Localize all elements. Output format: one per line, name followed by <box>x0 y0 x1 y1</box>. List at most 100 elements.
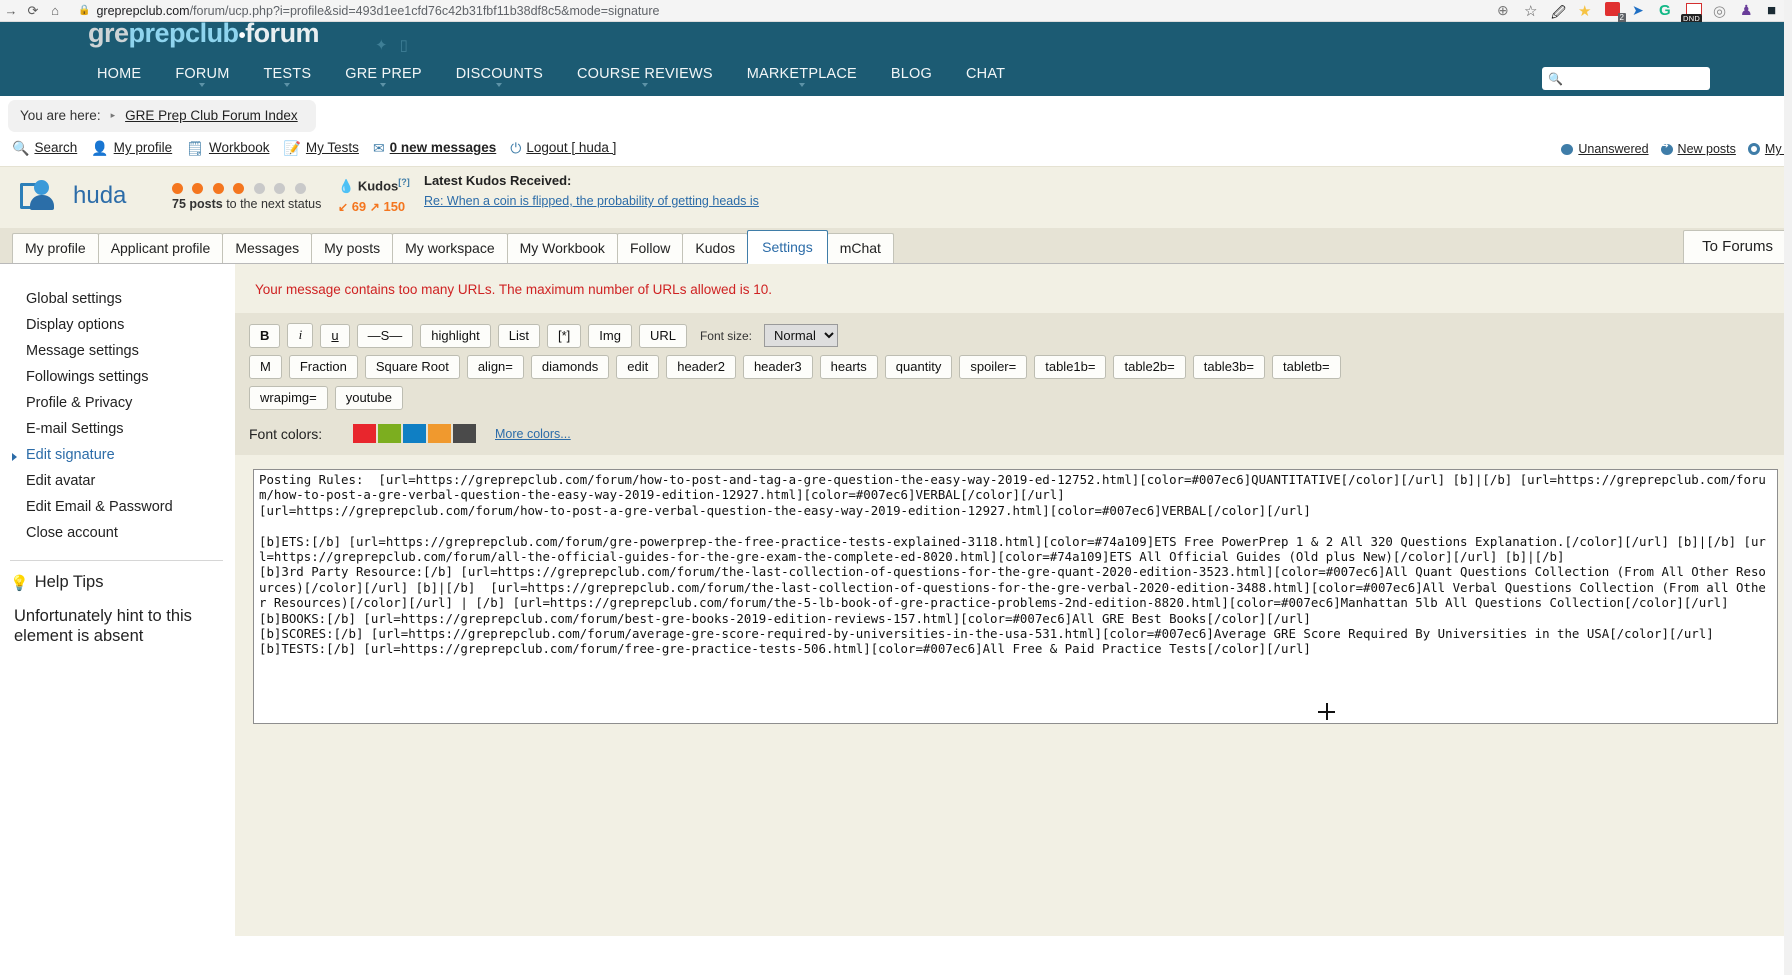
bbcode-img-button[interactable]: Img <box>588 323 632 348</box>
bbcode-bold-button[interactable]: B <box>249 323 281 348</box>
sidebar-item-followings-settings[interactable]: Followings settings <box>0 364 235 390</box>
bbcode-spoiler-button[interactable]: spoiler= <box>959 355 1028 379</box>
blue-paper-plane-icon[interactable]: ➤ <box>1632 2 1649 19</box>
bbcode-list-button[interactable]: List <box>497 323 540 348</box>
quicklink-unanswered[interactable]: Unanswered <box>1561 142 1649 156</box>
color-swatch-darkgray[interactable] <box>453 424 476 443</box>
dark-square-icon[interactable]: ■ <box>1767 2 1784 19</box>
search-input[interactable] <box>1568 67 1728 90</box>
bbcode-tabletb-button[interactable]: tabletb= <box>1271 355 1341 379</box>
bbcode-url-button[interactable]: URL <box>638 323 687 348</box>
more-colors-link[interactable]: More colors... <box>495 427 571 441</box>
bbcode-diamonds-button[interactable]: diamonds <box>530 355 610 379</box>
circle-loader-icon[interactable]: ◎ <box>1713 2 1730 20</box>
bbcode-youtube-button[interactable]: youtube <box>334 386 403 410</box>
tab-follow[interactable]: Follow <box>616 233 684 263</box>
page-scrollbar[interactable] <box>1784 0 1792 975</box>
reload-button[interactable]: ⟳ <box>22 1 44 21</box>
quicklink-label[interactable]: Unanswered <box>1578 142 1648 156</box>
sidebar-item-display-options[interactable]: Display options <box>0 312 235 338</box>
grammarly-icon[interactable]: G <box>1659 2 1676 19</box>
tab-applicant-profile[interactable]: Applicant profile <box>97 233 224 263</box>
tab-settings[interactable]: Settings <box>747 230 828 264</box>
sidebar-item-profile-privacy[interactable]: Profile & Privacy <box>0 390 235 416</box>
quicklink-label[interactable]: Search <box>34 140 77 155</box>
quicklink-label[interactable]: Workbook <box>209 140 270 155</box>
sidebar-item-edit-signature[interactable]: Edit signature <box>0 442 235 468</box>
tab-mchat[interactable]: mChat <box>826 233 894 263</box>
tab-my-posts[interactable]: My posts <box>311 233 394 263</box>
zoom-icon[interactable]: ⊕ <box>1497 2 1514 19</box>
quicklink-label[interactable]: My profile <box>114 140 173 155</box>
bbcode-strike-button[interactable]: —S— <box>356 323 414 348</box>
sidebar-item-edit-avatar[interactable]: Edit avatar <box>0 468 235 494</box>
favorites-star-icon[interactable]: ★ <box>1578 2 1595 20</box>
sidebar-item-global-settings[interactable]: Global settings <box>0 286 235 312</box>
bookmark-star-icon[interactable]: ☆ <box>1524 2 1541 20</box>
quicklink-workbook[interactable]: 🗒 Workbook <box>186 140 269 155</box>
bbcode-edit-button[interactable]: edit <box>616 355 660 379</box>
bbcode-hearts-button[interactable]: hearts <box>819 355 878 379</box>
tab-my-workbook[interactable]: My Workbook <box>506 233 618 263</box>
quicklink-my-tests[interactable]: 📝 My Tests <box>283 140 358 155</box>
quicklink-label[interactable]: New posts <box>1678 142 1736 156</box>
nav-item-chat[interactable]: CHAT <box>949 66 1022 82</box>
kudos-help-icon[interactable]: [?] <box>398 177 410 187</box>
tab-kudos[interactable]: Kudos <box>682 233 749 263</box>
twitter-icon[interactable]: ✦ <box>375 36 388 54</box>
latest-kudos-link[interactable]: Re: When a coin is flipped, the probabil… <box>424 194 759 208</box>
nav-item-home[interactable]: HOME <box>80 66 158 82</box>
nav-item-marketplace[interactable]: MARKETPLACE <box>730 66 874 87</box>
quicklink-logout[interactable]: ⏻ Logout [ huda ] <box>510 140 616 155</box>
nav-item-gre-prep[interactable]: GRE PREP <box>328 66 439 87</box>
facebook-icon[interactable]: ▯ <box>400 36 408 54</box>
bbcode-align-button[interactable]: align= <box>466 355 524 379</box>
bbcode-italic-button[interactable]: i <box>287 323 314 348</box>
nav-item-blog[interactable]: BLOG <box>874 66 949 82</box>
address-bar[interactable]: 🔒 greprepclub.com/forum/ucp.php?i=profil… <box>66 4 1497 18</box>
sidebar-item-edit-email-password[interactable]: Edit Email & Password <box>0 494 235 520</box>
bbcode-list-item-button[interactable]: [*] <box>546 323 582 348</box>
bbcode-m-button[interactable]: M <box>249 355 282 379</box>
bbcode-table2b-button[interactable]: table2b= <box>1113 355 1186 379</box>
color-swatch-blue[interactable] <box>403 424 426 443</box>
sidebar-item-message-settings[interactable]: Message settings <box>0 338 235 364</box>
tab-my-workspace[interactable]: My workspace <box>392 233 508 263</box>
header-search[interactable]: 🔍 <box>1542 67 1728 90</box>
nav-item-forum[interactable]: FORUM <box>158 66 246 87</box>
nav-item-course-reviews[interactable]: COURSE REVIEWS <box>560 66 730 87</box>
home-button[interactable]: ⌂ <box>44 1 66 21</box>
quicklink-label[interactable]: 0 new messages <box>390 140 497 155</box>
color-swatch-orange[interactable] <box>428 424 451 443</box>
to-forums-button[interactable]: To Forums <box>1683 230 1792 263</box>
sidebar-item-close-account[interactable]: Close account <box>0 520 235 546</box>
site-logo[interactable]: greprepclub•forum <box>88 18 320 49</box>
bbcode-underline-button[interactable]: u <box>320 323 350 348</box>
tab-my-profile[interactable]: My profile <box>12 233 99 263</box>
sidebar-item-email-settings[interactable]: E-mail Settings <box>0 416 235 442</box>
quicklink-my-profile[interactable]: 👤 My profile <box>91 140 172 155</box>
quicklink-label[interactable]: Logout [ huda ] <box>526 140 616 155</box>
mail-checker-icon[interactable]: DND <box>1681 2 1703 24</box>
note-edit-icon[interactable]: 🖉 <box>1551 2 1568 20</box>
forward-button[interactable]: → <box>0 1 22 21</box>
signature-textarea[interactable]: Posting Rules: [url=https://greprepclub.… <box>253 469 1778 724</box>
color-swatch-green[interactable] <box>378 424 401 443</box>
purple-bag-icon[interactable]: ♟ <box>1740 2 1757 19</box>
bbcode-quantity-button[interactable]: quantity <box>884 355 953 379</box>
quicklink-search[interactable]: 🔍 Search <box>12 140 77 155</box>
tab-messages[interactable]: Messages <box>222 233 313 263</box>
username[interactable]: huda <box>73 182 126 210</box>
bbcode-square-root-button[interactable]: Square Root <box>364 355 460 379</box>
bbcode-wrapimg-button[interactable]: wrapimg= <box>249 386 328 410</box>
nav-item-discounts[interactable]: DISCOUNTS <box>439 66 560 87</box>
quicklink-new-messages[interactable]: ✉ 0 new messages <box>373 140 496 155</box>
bbcode-table3b-button[interactable]: table3b= <box>1192 355 1265 379</box>
bbcode-highlight-button[interactable]: highlight <box>420 323 491 348</box>
font-size-select[interactable]: Normal <box>763 324 838 347</box>
nav-item-tests[interactable]: TESTS <box>246 66 328 87</box>
bbcode-header2-button[interactable]: header2 <box>666 355 736 379</box>
color-swatch-red[interactable] <box>353 424 376 443</box>
quicklink-label[interactable]: My Tests <box>306 140 359 155</box>
red-extension-icon[interactable]: 2 <box>1605 2 1626 23</box>
